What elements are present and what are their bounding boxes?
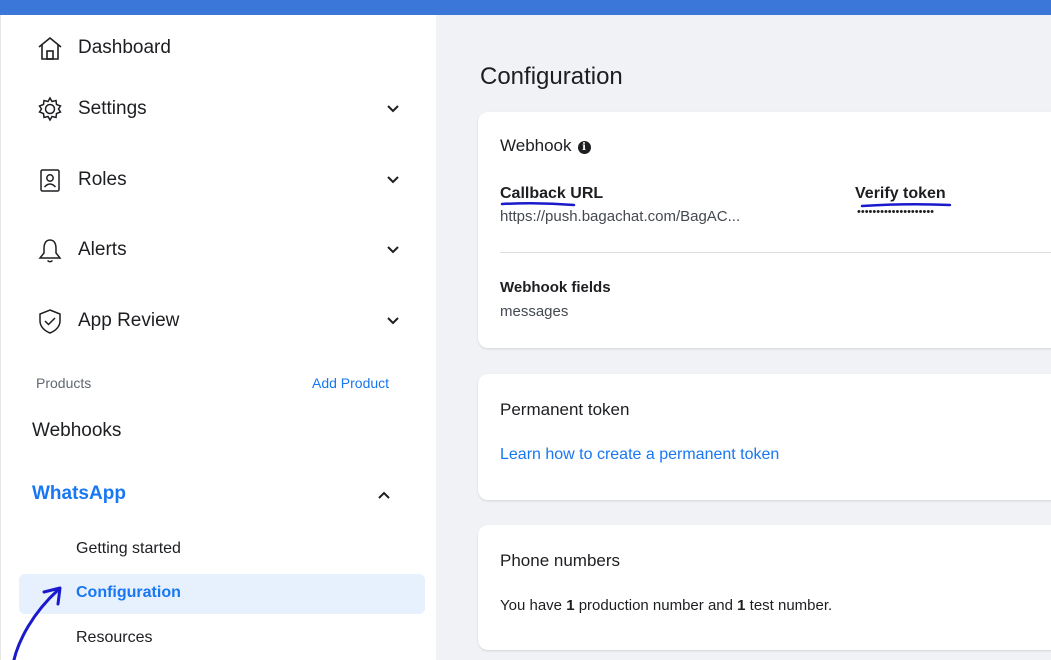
sidebar-item-label: App Review [78, 310, 180, 331]
home-icon [34, 32, 66, 64]
callback-url-label: Callback URL [500, 185, 604, 202]
sidebar-item-app-review[interactable]: App Review [34, 303, 406, 339]
sidebar-item-whatsapp[interactable]: WhatsApp [32, 483, 126, 505]
webhook-fields-label: Webhook fields [500, 279, 611, 296]
verify-token-label: Verify token [855, 185, 946, 202]
chevron-down-icon[interactable] [384, 170, 402, 188]
sidebar-item-settings[interactable]: Settings [34, 91, 406, 127]
page-title: Configuration [480, 63, 623, 90]
chevron-down-icon[interactable] [384, 311, 402, 329]
id-badge-icon [34, 164, 66, 196]
permanent-token-link[interactable]: Learn how to create a permanent token [500, 446, 779, 464]
add-product-link[interactable]: Add Product [312, 375, 389, 391]
webhook-fields-value: messages [500, 303, 569, 320]
production-count: 1 [566, 597, 575, 614]
callback-url-value: https://push.bagachat.com/BagAC... [500, 208, 741, 225]
sidebar-subitem-getting-started[interactable]: Getting started [76, 540, 181, 558]
sidebar-item-alerts[interactable]: Alerts [34, 232, 406, 268]
verify-token-value: •••••••••••••••••••• [857, 206, 935, 218]
sidebar-item-label: Roles [78, 169, 127, 190]
check-shield-icon [34, 305, 66, 337]
phone-numbers-title: Phone numbers [500, 551, 621, 570]
sidebar-item-dashboard[interactable]: Dashboard [34, 30, 406, 66]
bell-icon [34, 234, 66, 266]
permanent-token-title: Permanent token [500, 400, 630, 419]
sidebar-item-label: Alerts [78, 239, 127, 260]
phone-numbers-card: Phone numbers You have 1 production numb… [478, 525, 1051, 650]
phone-numbers-summary: You have 1 production number and 1 test … [500, 597, 833, 614]
annotation-arrow-icon [12, 586, 62, 660]
sidebar: Dashboard Settings Roles Alerts App Revi… [6, 15, 436, 660]
sidebar-subitem-resources[interactable]: Resources [76, 629, 152, 647]
permanent-token-card: Permanent token Learn how to create a pe… [478, 374, 1051, 500]
sidebar-item-label: Settings [78, 98, 147, 119]
sidebar-item-label: Dashboard [78, 37, 171, 58]
divider [500, 252, 1051, 253]
webhook-card-title: Webhook i [500, 136, 591, 156]
info-icon[interactable]: i [577, 141, 591, 154]
chevron-down-icon[interactable] [384, 240, 402, 258]
chevron-up-icon[interactable] [376, 487, 392, 503]
sidebar-item-webhooks[interactable]: Webhooks [32, 420, 121, 442]
products-heading: Products [36, 375, 92, 391]
webhook-card: Webhook i Callback URL https://push.bagac… [478, 112, 1051, 348]
top-accent-bar [0, 0, 1051, 15]
gear-icon [34, 93, 66, 125]
sidebar-subitem-configuration-label[interactable]: Configuration [76, 584, 181, 602]
sidebar-item-roles[interactable]: Roles [34, 162, 406, 198]
main-content: Configuration Webhook i Callback URL http… [436, 15, 1051, 660]
chevron-down-icon[interactable] [384, 99, 402, 117]
